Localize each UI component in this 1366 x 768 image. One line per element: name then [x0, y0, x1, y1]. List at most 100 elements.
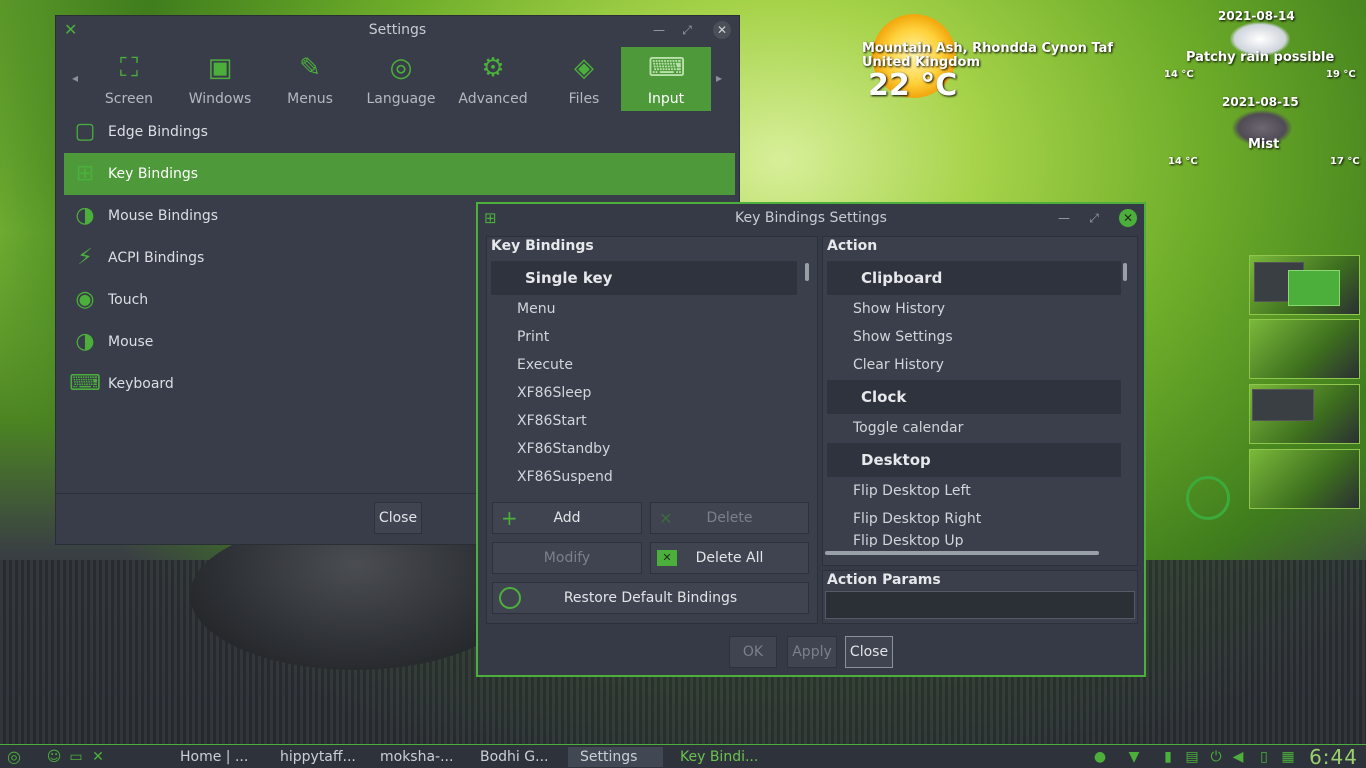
key-bindings-panel: Key Bindings Single key Menu Print Execu…: [486, 236, 818, 624]
task-moksha[interactable]: moksha-...: [368, 747, 463, 767]
delete-all-button[interactable]: ✕ Delete All: [650, 542, 809, 574]
tab-label: Screen: [104, 91, 154, 107]
action-group-clipboard[interactable]: Clipboard: [827, 261, 1121, 295]
pager-window-thumb: [1288, 270, 1340, 306]
restore-defaults-button[interactable]: Restore Default Bindings: [492, 582, 809, 614]
kb-titlebar[interactable]: ⊞ Key Bindings Settings — ⤢ ✕: [478, 204, 1144, 232]
binding-item[interactable]: Print: [517, 323, 549, 351]
key-bindings-icon: ⊞: [484, 209, 497, 227]
power-icon[interactable]: ⏻: [1208, 748, 1224, 766]
task-bodhi[interactable]: Bodhi G...: [468, 747, 563, 767]
binding-item[interactable]: XF86Suspend: [517, 463, 613, 491]
tab-input[interactable]: ⌨ Input: [621, 47, 711, 111]
ok-button[interactable]: OK: [729, 636, 777, 668]
keyboard-icon: ⌨: [69, 371, 101, 396]
pager-desktop-2[interactable]: [1249, 319, 1360, 379]
action-params-header: Action Params: [827, 572, 941, 588]
action-group-clock[interactable]: Clock: [827, 380, 1121, 414]
action-item[interactable]: Clear History: [853, 351, 944, 379]
screen-icon: ⛶: [119, 53, 139, 83]
action-item[interactable]: Toggle calendar: [853, 414, 963, 442]
close-icon[interactable]: ✕: [713, 21, 731, 39]
menu-edit-icon: ✎: [299, 53, 321, 83]
list-item-label: Touch: [108, 292, 149, 308]
delete-binding-button[interactable]: ✕ Delete: [650, 502, 809, 534]
action-item[interactable]: Show Settings: [853, 323, 953, 351]
task-settings[interactable]: Settings: [568, 747, 663, 767]
close-icon[interactable]: ✕: [1119, 209, 1137, 227]
delete-all-icon: ✕: [657, 550, 677, 566]
action-item[interactable]: Flip Desktop Right: [853, 505, 981, 533]
start-menu-icon[interactable]: ◎: [4, 748, 24, 766]
taskbar: ◎ ☺ ▭ ✕ Home | ... hippytaff... moksha-.…: [0, 744, 1366, 768]
tab-screen[interactable]: ⛶ Screen: [84, 47, 174, 111]
calendar-icon[interactable]: ▦: [1280, 748, 1296, 766]
clock[interactable]: 6:44: [1309, 745, 1358, 768]
binding-item[interactable]: XF86Sleep: [517, 379, 591, 407]
action-item[interactable]: Show History: [853, 295, 945, 323]
wifi-icon[interactable]: ▼: [1126, 748, 1142, 766]
add-binding-button[interactable]: + Add: [492, 502, 642, 534]
settings-titlebar[interactable]: ✕ Settings — ⤢ ✕: [56, 16, 739, 44]
action-item[interactable]: Flip Desktop Up: [853, 533, 964, 547]
volume-icon[interactable]: ◀: [1230, 748, 1246, 766]
task-hippytaff[interactable]: hippytaff...: [268, 747, 363, 767]
tab-advanced[interactable]: ⚙ Advanced: [448, 47, 538, 111]
list-item-label: Edge Bindings: [108, 124, 208, 140]
key-bindings-dialog: ⊞ Key Bindings Settings — ⤢ ✕ Key Bindin…: [476, 202, 1146, 677]
bodhi-leaf-logo-icon: [1186, 476, 1230, 520]
weather-day1-high: 19 °C: [1326, 69, 1356, 80]
settings-close-button[interactable]: Close: [374, 502, 422, 534]
action-scrollbar-vertical[interactable]: [1123, 263, 1127, 281]
gears-icon: ⚙: [481, 53, 505, 83]
list-item-edge-bindings[interactable]: ▢ Edge Bindings: [64, 111, 735, 153]
bodhi-leaf-icon: [499, 587, 521, 609]
maximize-icon[interactable]: ⤢: [1086, 210, 1102, 226]
key-bindings-header: Key Bindings: [491, 238, 594, 254]
bindings-scrollbar[interactable]: [805, 263, 809, 281]
task-home[interactable]: Home | ...: [168, 747, 263, 767]
battery-icon[interactable]: ▮: [1160, 748, 1176, 766]
binding-item[interactable]: XF86Standby: [517, 435, 610, 463]
action-params-field[interactable]: [825, 591, 1135, 619]
bindings-group-single-key[interactable]: Single key: [491, 261, 797, 295]
action-group-desktop[interactable]: Desktop: [827, 443, 1121, 477]
list-item-label: Mouse: [108, 334, 154, 350]
action-params-panel: Action Params: [822, 570, 1138, 624]
lightbulb-icon[interactable]: ●: [1092, 748, 1108, 766]
action-item[interactable]: Flip Desktop Left: [853, 477, 971, 505]
keyboard-layout-icon[interactable]: ▤: [1184, 748, 1200, 766]
pager-desktop-1[interactable]: [1249, 255, 1360, 315]
clipboard-icon[interactable]: ▯: [1256, 748, 1272, 766]
tab-language[interactable]: ◎ Language: [356, 47, 446, 111]
file-manager-icon[interactable]: ▭: [68, 748, 84, 766]
list-item-label: Keyboard: [108, 376, 174, 392]
globe-icon: ◎: [389, 53, 413, 83]
action-scrollbar-horizontal[interactable]: [825, 551, 1099, 555]
pager-desktop-3[interactable]: [1249, 384, 1360, 444]
pager-desktop-4[interactable]: [1249, 449, 1360, 509]
tab-label: Files: [568, 91, 600, 107]
dialog-close-button[interactable]: Close: [845, 636, 893, 668]
tab-label: Menus: [287, 91, 333, 107]
tools-icon[interactable]: ✕: [90, 748, 106, 766]
minimize-icon[interactable]: —: [651, 22, 667, 38]
weather-day2-condition: Mist: [1248, 137, 1280, 152]
weather-day1-low: 14 °C: [1164, 69, 1194, 80]
emoji-icon[interactable]: ☺: [46, 748, 62, 766]
list-item-key-bindings[interactable]: ⊞ Key Bindings: [64, 153, 735, 195]
tab-menus[interactable]: ✎ Menus: [265, 47, 355, 111]
task-key-bindings[interactable]: Key Bindi...: [668, 747, 763, 767]
binding-item[interactable]: XF86Start: [517, 407, 587, 435]
tab-windows[interactable]: ▣ Windows: [175, 47, 265, 111]
edge-bindings-icon: ▢: [74, 119, 96, 144]
key-bindings-icon: ⊞: [75, 161, 95, 186]
keyboard-mouse-icon: ⌨: [648, 53, 686, 83]
binding-item[interactable]: Execute: [517, 351, 573, 379]
minimize-icon[interactable]: —: [1056, 210, 1072, 226]
apply-button[interactable]: Apply: [787, 636, 837, 668]
maximize-icon[interactable]: ⤢: [679, 22, 695, 38]
binding-item[interactable]: Menu: [517, 295, 555, 323]
modify-binding-button[interactable]: Modify: [492, 542, 642, 574]
tab-files[interactable]: ◈ Files: [539, 47, 629, 111]
